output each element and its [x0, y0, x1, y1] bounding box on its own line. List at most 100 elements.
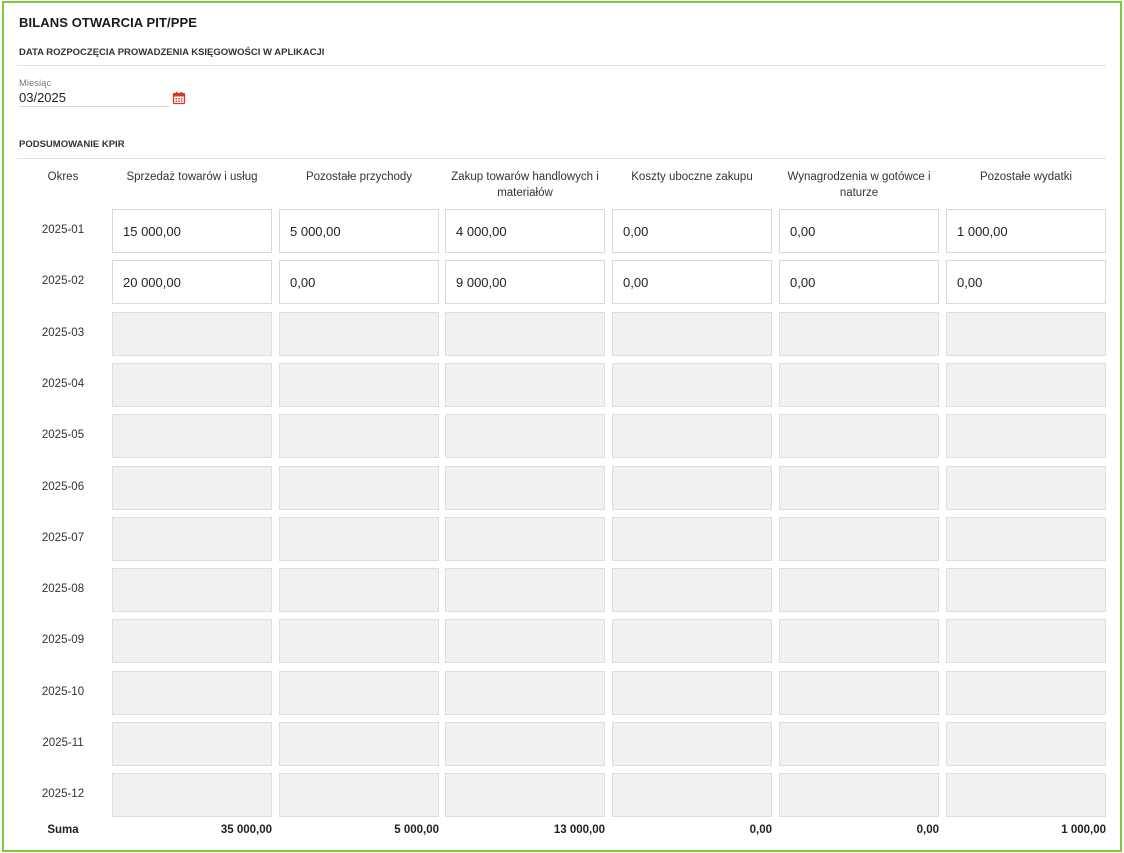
period-label: 2025-11	[42, 737, 84, 749]
kpir-value-input	[445, 312, 605, 356]
month-input[interactable]	[19, 89, 169, 107]
kpir-value-input	[946, 619, 1106, 663]
kpir-value-input[interactable]	[112, 260, 272, 304]
kpir-value-input	[779, 619, 939, 663]
kpir-value-input[interactable]	[612, 260, 772, 304]
kpir-value-input	[279, 414, 439, 458]
period-label: 2025-03	[41, 327, 85, 339]
kpir-value-input	[445, 414, 605, 458]
kpir-value-input	[779, 312, 939, 356]
start-date-section-label: DATA ROZPOCZĘCIA PROWADZENIA KSIĘGOWOŚCI…	[19, 47, 325, 58]
kpir-value-input	[445, 671, 605, 715]
column-header: Pozostałe wydatki	[979, 171, 1073, 183]
kpir-value-input	[612, 722, 772, 766]
kpir-value-input	[946, 414, 1106, 458]
kpir-value-input	[279, 517, 439, 561]
kpir-value-input	[445, 722, 605, 766]
kpir-value-input	[445, 466, 605, 510]
kpir-value-input	[946, 773, 1106, 817]
kpir-value-input[interactable]	[779, 260, 939, 304]
column-header: Sprzedaż towarów i usług	[126, 171, 258, 183]
kpir-value-input	[112, 722, 272, 766]
kpir-summary-section-label: PODSUMOWANIE KPIR	[19, 139, 125, 150]
column-header: Wynagrodzenia w gotówce i naturze	[787, 171, 931, 199]
kpir-value-input	[279, 568, 439, 612]
kpir-value-input	[612, 517, 772, 561]
kpir-value-input	[946, 671, 1106, 715]
kpir-value-input[interactable]	[946, 260, 1106, 304]
column-sum: 13 000,00	[553, 824, 605, 836]
kpir-value-input	[279, 773, 439, 817]
kpir-value-input[interactable]	[779, 209, 939, 253]
kpir-value-input[interactable]	[612, 209, 772, 253]
period-label: 2025-07	[41, 532, 85, 544]
period-label: 2025-08	[41, 583, 85, 595]
kpir-value-input	[112, 671, 272, 715]
kpir-value-input[interactable]	[445, 260, 605, 304]
kpir-value-input	[112, 517, 272, 561]
kpir-value-input	[612, 568, 772, 612]
kpir-value-input	[445, 363, 605, 407]
kpir-value-input	[946, 517, 1106, 561]
kpir-value-input	[946, 568, 1106, 612]
column-header: Zakup towarów handlowych i materiałów	[451, 171, 599, 199]
period-label: 2025-10	[41, 686, 85, 698]
period-label: 2025-01	[41, 224, 85, 236]
kpir-value-input	[112, 773, 272, 817]
sum-label: Suma	[47, 824, 79, 836]
period-label: 2025-12	[41, 788, 85, 800]
kpir-value-input[interactable]	[946, 209, 1106, 253]
kpir-value-input	[612, 671, 772, 715]
kpir-value-input	[612, 773, 772, 817]
column-sum: 5 000,00	[394, 824, 439, 836]
kpir-value-input	[779, 517, 939, 561]
kpir-value-input	[112, 414, 272, 458]
column-header: Koszty uboczne zakupu	[631, 171, 753, 183]
kpir-value-input	[779, 466, 939, 510]
kpir-value-input	[445, 568, 605, 612]
kpir-value-input[interactable]	[445, 209, 605, 253]
month-field: Miesiąc	[19, 78, 187, 107]
column-header-period: Okres	[47, 171, 79, 183]
kpir-value-input	[612, 619, 772, 663]
kpir-value-input	[612, 466, 772, 510]
kpir-value-input	[612, 312, 772, 356]
period-label: 2025-09	[41, 634, 85, 646]
kpir-value-input	[779, 363, 939, 407]
kpir-value-input	[946, 312, 1106, 356]
kpir-value-input	[112, 619, 272, 663]
kpir-value-input	[445, 517, 605, 561]
kpir-value-input	[779, 671, 939, 715]
kpir-value-input	[946, 466, 1106, 510]
period-label: 2025-02	[41, 275, 85, 287]
page-title: BILANS OTWARCIA PIT/PPE	[19, 15, 198, 30]
kpir-value-input[interactable]	[112, 209, 272, 253]
period-label: 2025-05	[41, 429, 85, 441]
column-header: Pozostałe przychody	[305, 171, 413, 183]
period-label: 2025-04	[41, 378, 85, 390]
kpir-value-input	[612, 414, 772, 458]
calendar-icon[interactable]	[172, 91, 186, 105]
kpir-value-input	[779, 568, 939, 612]
kpir-value-input	[279, 619, 439, 663]
kpir-value-input	[946, 722, 1106, 766]
column-sum: 1 000,00	[1061, 824, 1106, 836]
column-sum: 0,00	[916, 824, 939, 836]
kpir-value-input[interactable]	[279, 209, 439, 253]
section-divider	[17, 158, 1106, 159]
kpir-value-input	[112, 568, 272, 612]
kpir-value-input	[612, 363, 772, 407]
kpir-value-input	[279, 363, 439, 407]
kpir-value-input	[779, 773, 939, 817]
kpir-value-input	[946, 363, 1106, 407]
period-label: 2025-06	[41, 481, 85, 493]
kpir-value-input	[279, 466, 439, 510]
kpir-value-input[interactable]	[279, 260, 439, 304]
kpir-value-input	[112, 312, 272, 356]
kpir-value-input	[779, 722, 939, 766]
kpir-value-input	[112, 466, 272, 510]
kpir-value-input	[779, 414, 939, 458]
kpir-value-input	[279, 312, 439, 356]
kpir-value-input	[445, 773, 605, 817]
month-label: Miesiąc	[19, 78, 52, 89]
